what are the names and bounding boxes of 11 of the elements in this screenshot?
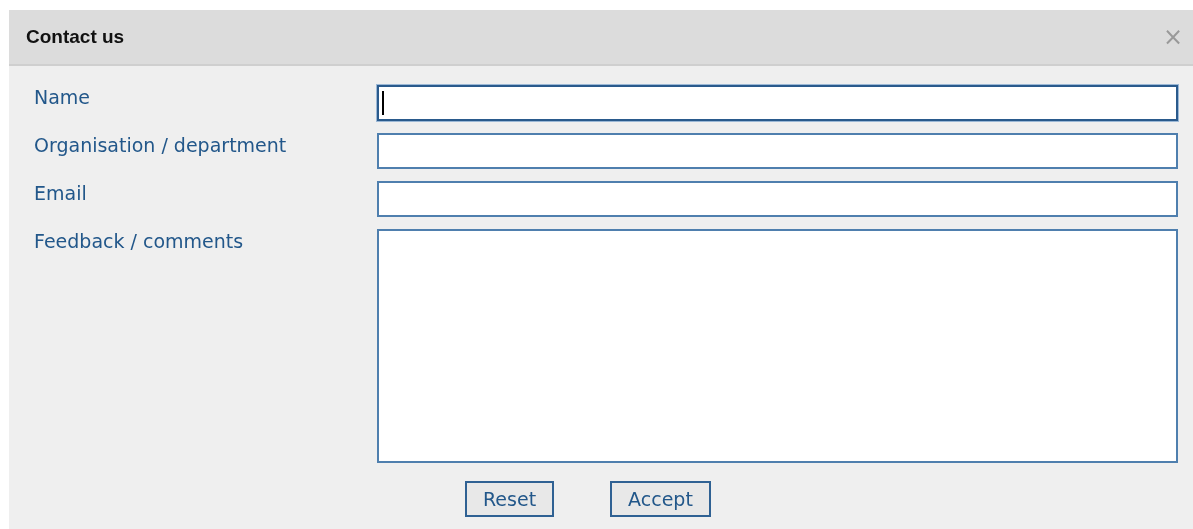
input-field[interactable]	[377, 133, 1178, 169]
field-label: Email	[34, 181, 88, 205]
form-button[interactable]: Accept	[610, 481, 711, 517]
field-label: Organisation / department	[34, 133, 288, 157]
field-label: Feedback / comments	[34, 229, 245, 253]
field-label: Name	[34, 85, 92, 109]
input-field[interactable]	[377, 181, 1178, 217]
comments-field[interactable]	[377, 229, 1178, 463]
dialog-title: Contact us	[26, 26, 125, 48]
input-field[interactable]	[377, 85, 1178, 121]
form-button[interactable]: Reset	[465, 481, 555, 517]
